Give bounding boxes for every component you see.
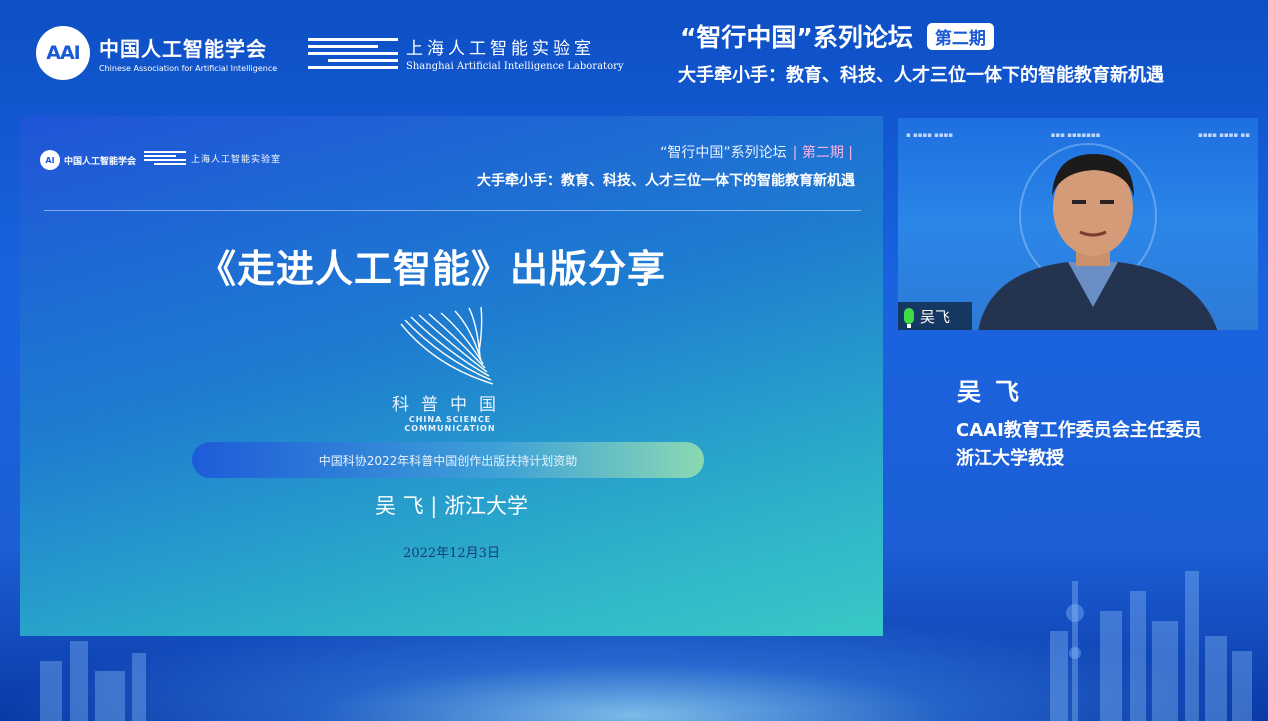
caai-name-cn: 中国人工智能学会 <box>99 37 267 61</box>
slide-sail-logo: 上海人工智能实验室 <box>144 150 281 166</box>
sail-name-cn: 上海人工智能实验室 <box>406 39 595 59</box>
caai-logo: AAI 中国人工智能学会 Chinese Association for Art… <box>36 26 277 80</box>
sail-mark-icon <box>308 38 398 69</box>
slide-sail-name: 上海人工智能实验室 <box>191 154 282 165</box>
sail-name-en: Shanghai Artificial Intelligence Laborat… <box>406 61 624 72</box>
kepu-wing-icon <box>400 306 494 385</box>
participant-name-tag: 吴飞 <box>898 302 972 330</box>
funding-note-bar: 中国科协2022年科普中国创作出版扶持计划资助 <box>192 442 704 478</box>
forum-subtitle: 大手牵小手：教育、科技、人才三位一体下的智能教育新机遇 <box>678 65 1164 86</box>
microphone-icon <box>904 308 914 328</box>
slide-date: 2022年12月3日 <box>403 546 500 561</box>
slide-main-title: 《走进人工智能》出版分享 <box>198 247 667 291</box>
speaker-affiliation: 浙江大学教授 <box>956 448 1064 469</box>
kepu-logo: 科普中国 CHINA SCIENCE COMMUNICATION <box>365 306 535 433</box>
speaker-person-image <box>978 143 1218 330</box>
slide-caai-logo: AI 中国人工智能学会 <box>40 150 136 170</box>
sail-logo: 上海人工智能实验室 Shanghai Artificial Intelligen… <box>308 34 624 72</box>
speaker-title: CAAI教育工作委员会主任委员 <box>956 420 1202 441</box>
slide-divider <box>44 210 861 211</box>
speaker-name: 吴飞 <box>957 378 1033 406</box>
slide-caai-name: 中国人工智能学会 <box>64 156 137 167</box>
slide-issue: | 第二期 | <box>792 145 853 161</box>
issue-badge: 第二期 <box>926 22 994 50</box>
kepu-name-cn: 科普中国 <box>392 395 508 415</box>
slide-subtitle: 大手牵小手：教育、科技、人才三位一体下的智能教育新机遇 <box>477 173 855 189</box>
forum-title: “智行中国”系列论坛 第二期 <box>680 18 994 54</box>
slide-caai-badge-icon: AI <box>40 150 60 170</box>
slide-sail-mark-icon <box>144 151 186 165</box>
kepu-name-en: CHINA SCIENCE COMMUNICATION <box>404 415 496 433</box>
forum-title-text: “智行中国”系列论坛 <box>680 23 913 52</box>
slide-author: 吴 飞 | 浙江大学 <box>374 494 529 518</box>
caai-name-en: Chinese Association for Artificial Intel… <box>99 64 278 73</box>
caai-badge-icon: AAI <box>36 26 90 80</box>
slide-forum-title: “智行中国”系列论坛 | 第二期 | <box>660 142 853 162</box>
slide-forum-title-text: “智行中国”系列论坛 <box>660 145 787 161</box>
funding-note: 中国科协2022年科普中国创作出版扶持计划资助 <box>318 453 578 468</box>
speaker-video-feed[interactable]: ▪ ▪▪▪▪ ▪▪▪▪ ▪▪▪ ▪▪▪▪▪▪▪ ▪▪▪▪ ▪▪▪▪ ▪▪ 吴飞 <box>898 118 1258 330</box>
participant-name: 吴飞 <box>920 307 951 326</box>
presentation-slide: AI 中国人工智能学会 上海人工智能实验室 “智行中国”系列论坛 | 第二期 | … <box>20 116 883 636</box>
